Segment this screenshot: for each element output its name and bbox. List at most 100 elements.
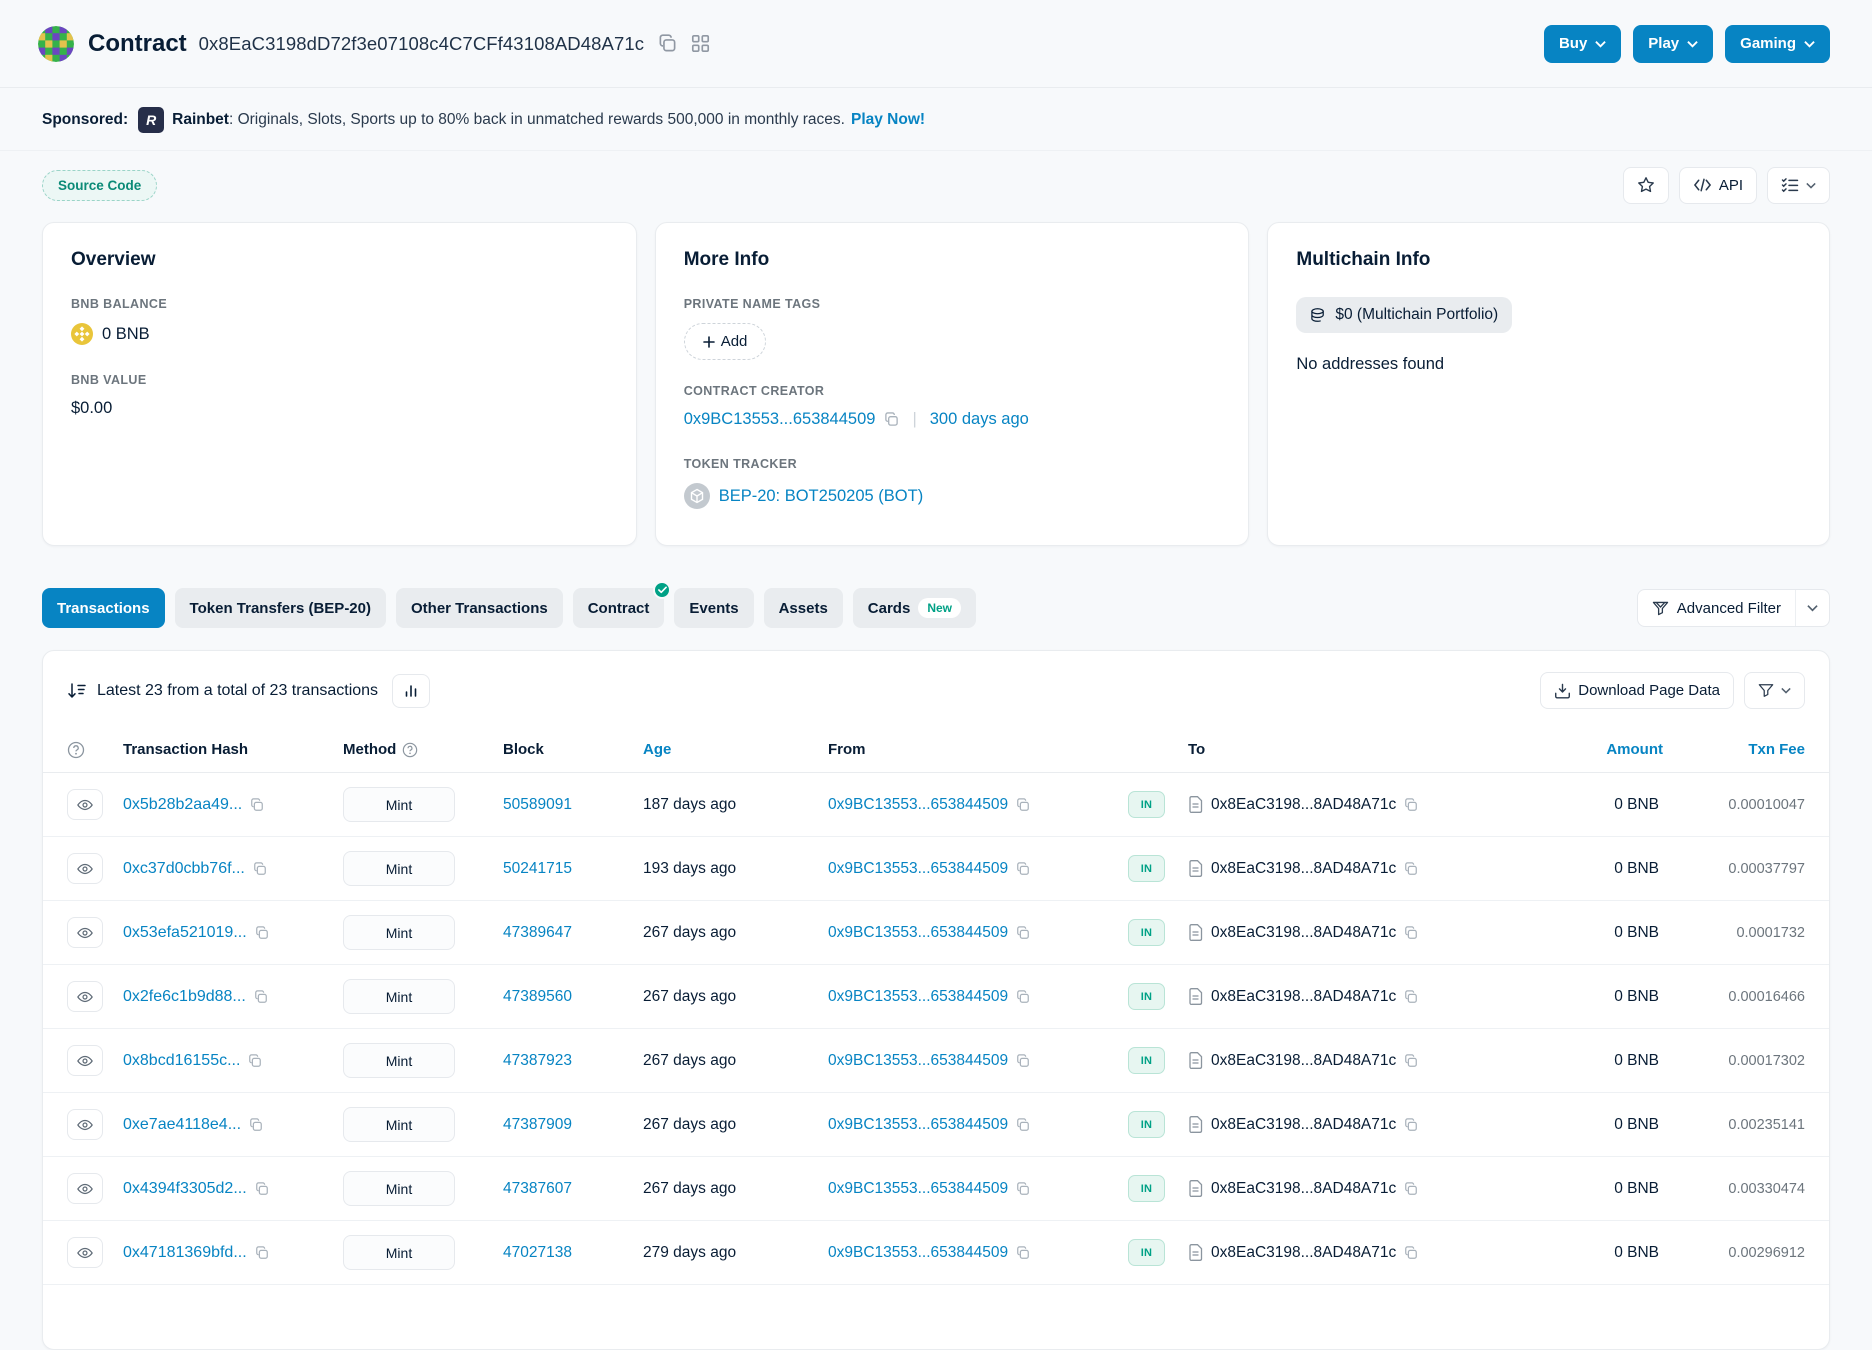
- copy-from-button[interactable]: [1016, 990, 1030, 1004]
- copy-hash-button[interactable]: [249, 1118, 263, 1132]
- gaming-label: Gaming: [1740, 35, 1796, 52]
- copy-from-button[interactable]: [1016, 1246, 1030, 1260]
- table-filter-button[interactable]: [1744, 672, 1805, 709]
- col-age[interactable]: Age: [643, 741, 828, 758]
- preview-transaction-button[interactable]: [67, 1237, 103, 1268]
- tab-assets[interactable]: Assets: [764, 588, 843, 628]
- transaction-hash-link[interactable]: 0x2fe6c1b9d88...: [123, 988, 246, 1006]
- preview-transaction-button[interactable]: [67, 981, 103, 1012]
- from-address-link[interactable]: 0x9BC13553...653844509: [828, 1244, 1008, 1262]
- add-name-tag-button[interactable]: Add: [684, 323, 767, 360]
- method-badge[interactable]: Mint: [343, 1043, 455, 1078]
- block-link[interactable]: 47387909: [503, 1116, 572, 1133]
- copy-hash-button[interactable]: [253, 862, 267, 876]
- from-address-link[interactable]: 0x9BC13553...653844509: [828, 796, 1008, 814]
- copy-from-button[interactable]: [1016, 1118, 1030, 1132]
- copy-from-button[interactable]: [1016, 926, 1030, 940]
- gaming-button[interactable]: Gaming: [1725, 25, 1830, 63]
- transaction-hash-link[interactable]: 0xc37d0cbb76f...: [123, 860, 245, 878]
- play-button[interactable]: Play: [1633, 25, 1713, 63]
- copy-hash-button[interactable]: [255, 1246, 269, 1260]
- preview-transaction-button[interactable]: [67, 1173, 103, 1204]
- copy-creator-button[interactable]: [884, 412, 899, 427]
- block-link[interactable]: 47387923: [503, 1052, 572, 1069]
- copy-hash-button[interactable]: [255, 926, 269, 940]
- tab-token-transfers-bep-20[interactable]: Token Transfers (BEP-20): [175, 588, 386, 628]
- copy-hash-button[interactable]: [250, 798, 264, 812]
- creator-age-link[interactable]: 300 days ago: [930, 410, 1029, 429]
- tab-cards[interactable]: Cards New: [853, 588, 976, 628]
- token-tracker-label: TOKEN TRACKER: [684, 457, 1221, 471]
- method-badge[interactable]: Mint: [343, 1235, 455, 1270]
- copy-hash-button[interactable]: [254, 990, 268, 1004]
- transaction-hash-link[interactable]: 0x4394f3305d2...: [123, 1180, 247, 1198]
- copy-hash-button[interactable]: [255, 1182, 269, 1196]
- transaction-hash-link[interactable]: 0x8bcd16155c...: [123, 1052, 240, 1070]
- block-link[interactable]: 47389560: [503, 988, 572, 1005]
- copy-from-button[interactable]: [1016, 1054, 1030, 1068]
- qr-code-button[interactable]: [691, 34, 710, 53]
- download-page-data-button[interactable]: Download Page Data: [1540, 672, 1734, 709]
- from-address-link[interactable]: 0x9BC13553...653844509: [828, 1116, 1008, 1134]
- method-badge[interactable]: Mint: [343, 979, 455, 1014]
- preview-transaction-button[interactable]: [67, 917, 103, 948]
- advanced-filter-button[interactable]: Advanced Filter: [1638, 590, 1795, 626]
- tab-transactions[interactable]: Transactions: [42, 588, 165, 628]
- from-address-link[interactable]: 0x9BC13553...653844509: [828, 924, 1008, 942]
- copy-to-button[interactable]: [1404, 1246, 1418, 1260]
- multichain-portfolio-button[interactable]: $0 (Multichain Portfolio): [1296, 297, 1512, 333]
- copy-from-button[interactable]: [1016, 1182, 1030, 1196]
- copy-address-button[interactable]: [658, 34, 677, 53]
- tab-other-transactions[interactable]: Other Transactions: [396, 588, 563, 628]
- preview-transaction-button[interactable]: [67, 789, 103, 820]
- favorite-button[interactable]: [1623, 167, 1669, 204]
- copy-to-button[interactable]: [1404, 862, 1418, 876]
- from-address-link[interactable]: 0x9BC13553...653844509: [828, 1180, 1008, 1198]
- method-badge[interactable]: Mint: [343, 915, 455, 950]
- method-badge[interactable]: Mint: [343, 1171, 455, 1206]
- block-link[interactable]: 47387607: [503, 1180, 572, 1197]
- transaction-hash-link[interactable]: 0x47181369bfd...: [123, 1244, 247, 1262]
- tab-events[interactable]: Events: [674, 588, 753, 628]
- chart-view-button[interactable]: [392, 674, 430, 708]
- to-address-text: 0x8EaC3198...8AD48A71c: [1211, 988, 1396, 1006]
- transaction-hash-link[interactable]: 0x5b28b2aa49...: [123, 796, 242, 814]
- method-badge[interactable]: Mint: [343, 1107, 455, 1142]
- col-amount[interactable]: Amount: [1523, 741, 1663, 758]
- copy-from-button[interactable]: [1016, 798, 1030, 812]
- help-icon[interactable]: [402, 742, 418, 758]
- help-icon[interactable]: [67, 741, 123, 759]
- block-link[interactable]: 50241715: [503, 860, 572, 877]
- transaction-hash-link[interactable]: 0x53efa521019...: [123, 924, 247, 942]
- api-button[interactable]: API: [1679, 167, 1757, 204]
- preview-transaction-button[interactable]: [67, 1045, 103, 1076]
- transaction-hash-link[interactable]: 0xe7ae4118e4...: [123, 1116, 241, 1134]
- from-address-link[interactable]: 0x9BC13553...653844509: [828, 860, 1008, 878]
- copy-to-button[interactable]: [1404, 1054, 1418, 1068]
- method-badge[interactable]: Mint: [343, 851, 455, 886]
- copy-to-button[interactable]: [1404, 1182, 1418, 1196]
- copy-hash-button[interactable]: [248, 1054, 262, 1068]
- preview-transaction-button[interactable]: [67, 853, 103, 884]
- col-txn-fee[interactable]: Txn Fee: [1663, 741, 1805, 758]
- creator-address-link[interactable]: 0x9BC13553...653844509: [684, 410, 876, 429]
- block-link[interactable]: 47027138: [503, 1244, 572, 1261]
- tab-contract[interactable]: Contract: [573, 588, 665, 628]
- method-badge[interactable]: Mint: [343, 787, 455, 822]
- copy-to-button[interactable]: [1404, 926, 1418, 940]
- copy-to-button[interactable]: [1404, 1118, 1418, 1132]
- token-tracker-link[interactable]: BEP-20: BOT250205 (BOT): [719, 487, 924, 506]
- play-now-link[interactable]: Play Now!: [851, 111, 925, 129]
- buy-button[interactable]: Buy: [1544, 25, 1621, 63]
- from-address-link[interactable]: 0x9BC13553...653844509: [828, 1052, 1008, 1070]
- block-link[interactable]: 47389647: [503, 924, 572, 941]
- preview-transaction-button[interactable]: [67, 1109, 103, 1140]
- copy-to-button[interactable]: [1404, 990, 1418, 1004]
- from-address-link[interactable]: 0x9BC13553...653844509: [828, 988, 1008, 1006]
- source-code-badge[interactable]: Source Code: [42, 170, 157, 201]
- copy-from-button[interactable]: [1016, 862, 1030, 876]
- advanced-filter-caret[interactable]: [1795, 590, 1829, 626]
- copy-to-button[interactable]: [1404, 798, 1418, 812]
- checklist-menu-button[interactable]: [1767, 167, 1830, 204]
- block-link[interactable]: 50589091: [503, 796, 572, 813]
